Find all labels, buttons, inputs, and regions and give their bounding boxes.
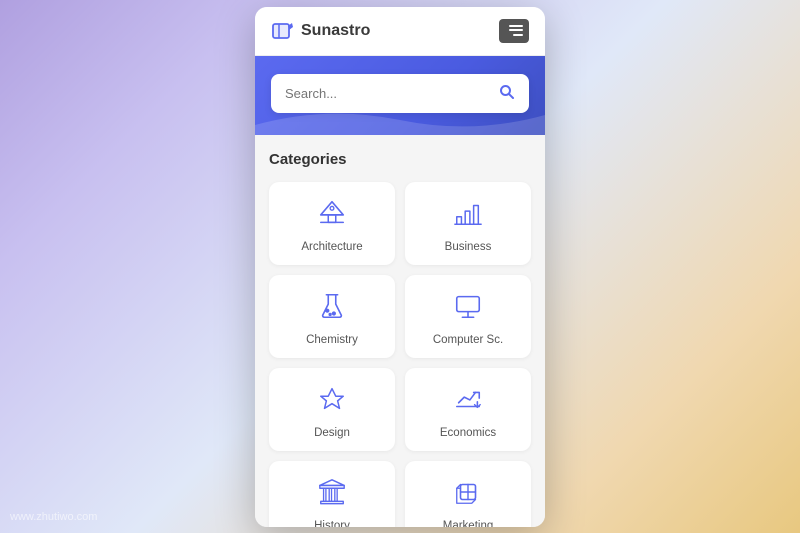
architecture-icon <box>317 198 347 233</box>
economics-label: Economics <box>440 427 496 439</box>
chemistry-label: Chemistry <box>306 334 358 346</box>
history-label: History <box>314 520 350 527</box>
header: Sunastro <box>255 7 545 56</box>
menu-button[interactable] <box>499 19 529 43</box>
category-card-design[interactable]: Design <box>269 368 395 451</box>
search-banner <box>255 56 545 135</box>
logo-area: Sunastro <box>271 21 370 41</box>
categories-grid: Architecture Business <box>269 182 531 527</box>
category-card-marketing[interactable]: Marketing <box>405 461 531 527</box>
marketing-label: Marketing <box>443 520 494 527</box>
category-card-architecture[interactable]: Architecture <box>269 182 395 265</box>
computer-icon <box>453 291 483 326</box>
main-content: Categories Architecture <box>255 135 545 527</box>
category-card-computer[interactable]: Computer Sc. <box>405 275 531 358</box>
category-card-business[interactable]: Business <box>405 182 531 265</box>
business-icon <box>453 198 483 233</box>
category-card-chemistry[interactable]: Chemistry <box>269 275 395 358</box>
marketing-icon <box>453 477 483 512</box>
logo-text: Sunastro <box>301 22 370 40</box>
logo-icon <box>271 21 295 41</box>
search-box[interactable] <box>271 74 529 113</box>
category-card-economics[interactable]: Economics <box>405 368 531 451</box>
design-label: Design <box>314 427 350 439</box>
business-label: Business <box>445 241 492 253</box>
search-icon[interactable] <box>499 84 515 103</box>
menu-bar-3 <box>513 34 523 36</box>
category-card-history[interactable]: History <box>269 461 395 527</box>
menu-bar-2 <box>509 29 523 31</box>
history-icon <box>317 477 347 512</box>
architecture-label: Architecture <box>301 241 362 253</box>
phone-container: Sunastro Categories <box>255 7 545 527</box>
computer-label: Computer Sc. <box>433 334 503 346</box>
categories-title: Categories <box>269 151 531 168</box>
chemistry-icon <box>317 291 347 326</box>
economics-icon <box>453 384 483 419</box>
design-icon <box>317 384 347 419</box>
menu-bar-1 <box>509 25 523 27</box>
watermark: www.zhutiwo.com <box>10 511 97 523</box>
search-input[interactable] <box>285 86 491 101</box>
